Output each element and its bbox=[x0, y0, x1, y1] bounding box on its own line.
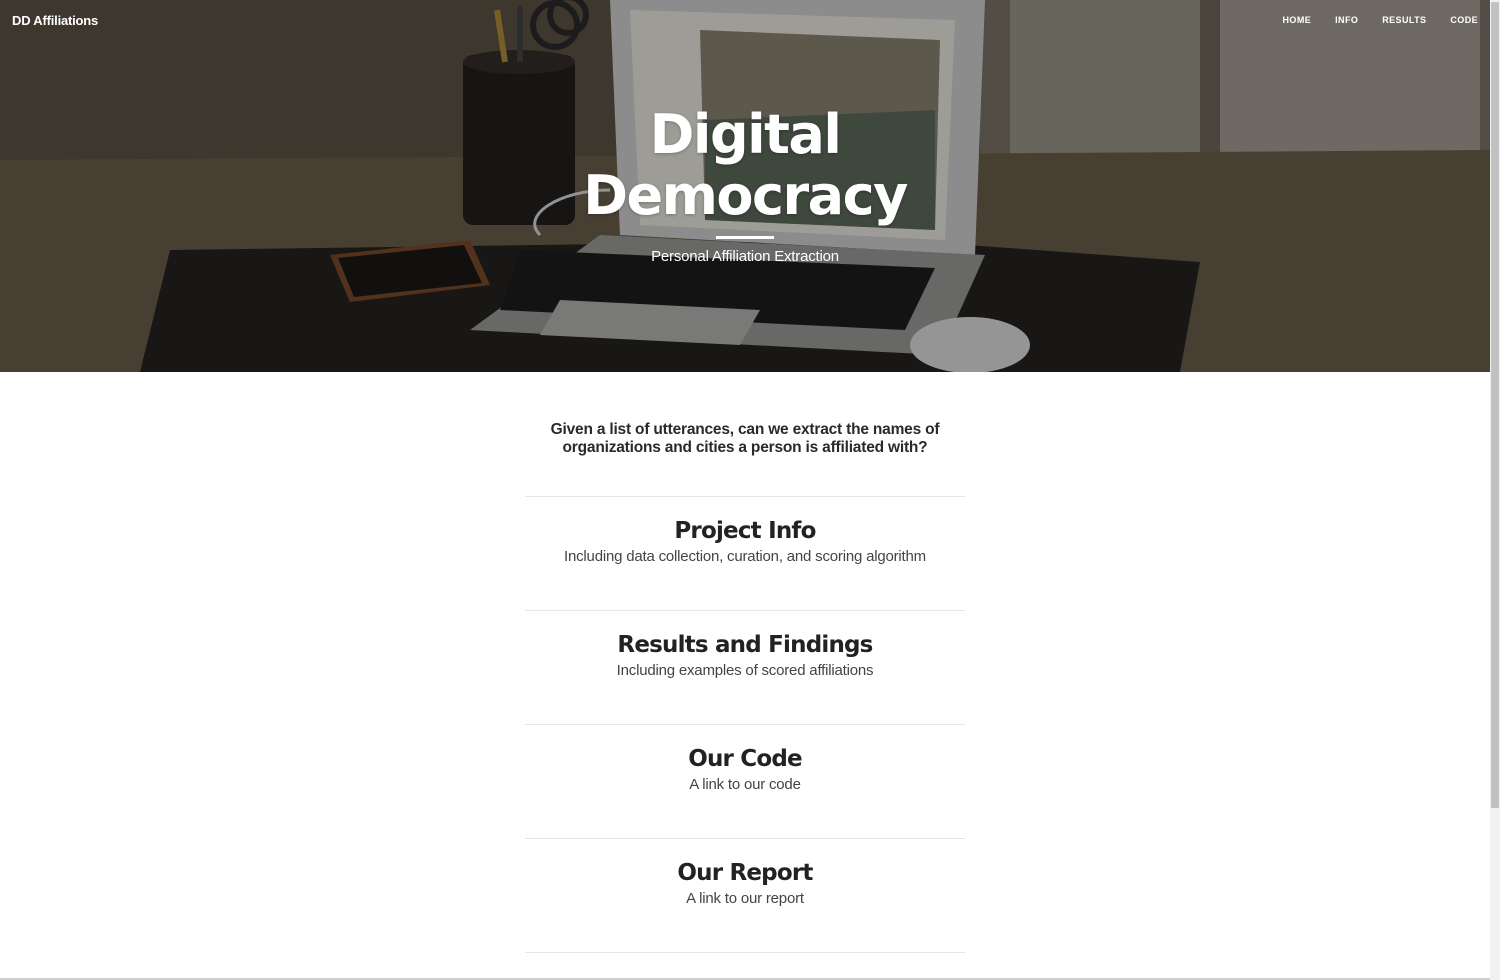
section-title: Our Code bbox=[688, 746, 802, 772]
lead-question: Given a list of utterances, can we extra… bbox=[550, 421, 940, 456]
section-subtitle: A link to our code bbox=[689, 776, 801, 793]
section-results[interactable]: Results and Findings Including examples … bbox=[525, 611, 965, 724]
section-title: Our Report bbox=[677, 860, 813, 886]
nav-link-info[interactable]: INFO bbox=[1335, 15, 1358, 25]
nav-link-results[interactable]: RESULTS bbox=[1382, 15, 1426, 25]
nav-link-code[interactable]: CODE bbox=[1450, 15, 1478, 25]
nav-links: HOME INFO RESULTS CODE bbox=[1259, 15, 1478, 25]
hero-heading-block: Digital Democracy Personal Affiliation E… bbox=[0, 104, 1490, 265]
section-title: Results and Findings bbox=[617, 632, 873, 658]
hero-header: DD Affiliations HOME INFO RESULTS CODE D… bbox=[0, 0, 1490, 372]
section-subtitle: Including examples of scored affiliation… bbox=[616, 662, 874, 679]
vertical-scrollbar[interactable] bbox=[1490, 0, 1500, 980]
brand-link[interactable]: DD Affiliations bbox=[12, 13, 98, 28]
hero-subtitle: Personal Affiliation Extraction bbox=[651, 248, 839, 265]
hero-title: Digital Democracy bbox=[583, 103, 908, 227]
section-subtitle: A link to our report bbox=[686, 890, 804, 907]
nav-link-home[interactable]: HOME bbox=[1283, 15, 1312, 25]
hero-divider bbox=[716, 236, 774, 239]
top-navbar: DD Affiliations HOME INFO RESULTS CODE bbox=[0, 0, 1490, 42]
section-report[interactable]: Our Report A link to our report bbox=[525, 839, 965, 952]
section-subtitle: Including data collection, curation, and… bbox=[564, 548, 926, 565]
section-code[interactable]: Our Code A link to our code bbox=[525, 725, 965, 838]
section-title: Project Info bbox=[674, 518, 816, 544]
divider bbox=[525, 952, 965, 953]
section-project-info[interactable]: Project Info Including data collection, … bbox=[525, 497, 965, 610]
main-content: Given a list of utterances, can we extra… bbox=[525, 372, 965, 953]
page: DD Affiliations HOME INFO RESULTS CODE D… bbox=[0, 0, 1500, 980]
scrollbar-thumb[interactable] bbox=[1491, 2, 1499, 808]
